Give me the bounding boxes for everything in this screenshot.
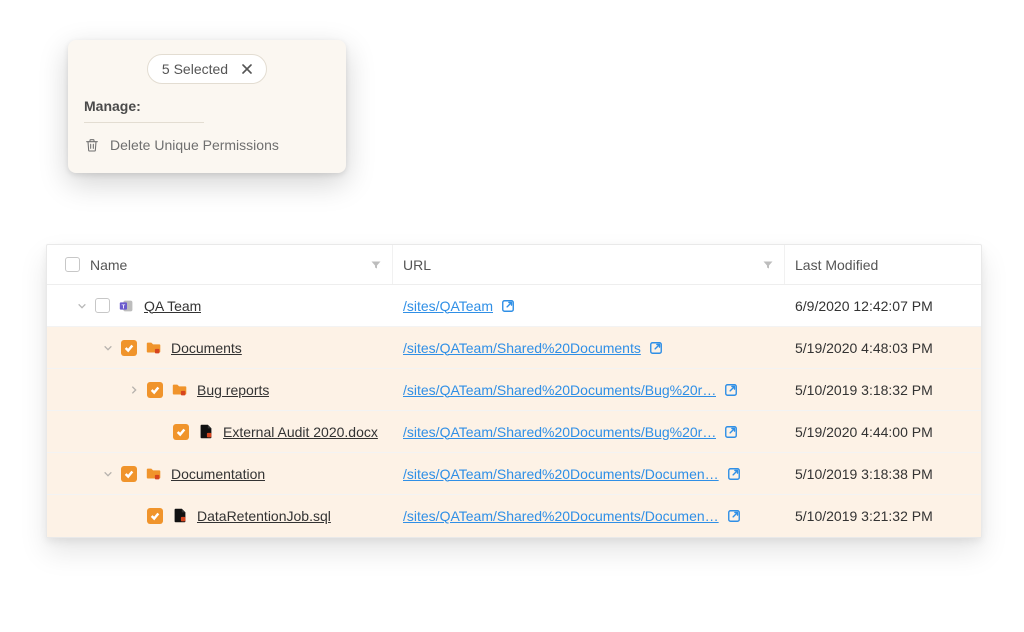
item-url-link[interactable]: /sites/QATeam/Shared%20Documents/Documen… xyxy=(403,466,719,482)
external-link-icon[interactable] xyxy=(727,509,741,523)
item-modified: 5/19/2020 4:48:03 PM xyxy=(785,340,981,356)
filter-icon[interactable] xyxy=(370,259,382,271)
external-link-icon[interactable] xyxy=(501,299,515,313)
item-url-link[interactable]: /sites/QATeam xyxy=(403,298,493,314)
chevron-right-icon[interactable] xyxy=(129,385,139,395)
menu-item-label: Delete Unique Permissions xyxy=(110,137,279,153)
column-header-name[interactable]: Name xyxy=(47,245,393,284)
item-name[interactable]: Documents xyxy=(171,340,242,356)
row-checkbox[interactable] xyxy=(95,298,110,313)
table-row[interactable]: Documentation/sites/QATeam/Shared%20Docu… xyxy=(47,453,981,495)
filter-icon[interactable] xyxy=(762,259,774,271)
item-modified: 5/10/2019 3:18:32 PM xyxy=(785,382,981,398)
row-checkbox[interactable] xyxy=(121,466,137,482)
column-header-url[interactable]: URL xyxy=(393,245,785,284)
item-name[interactable]: External Audit 2020.docx xyxy=(223,424,378,440)
external-link-icon[interactable] xyxy=(727,467,741,481)
divider xyxy=(84,122,204,123)
table-header: Name URL Last Modified xyxy=(47,245,981,285)
column-label: Last Modified xyxy=(795,257,878,273)
item-name[interactable]: QA Team xyxy=(144,298,201,314)
row-checkbox[interactable] xyxy=(147,508,163,524)
item-url-link[interactable]: /sites/QATeam/Shared%20Documents xyxy=(403,340,641,356)
chevron-down-icon[interactable] xyxy=(103,343,113,353)
file-dark-icon xyxy=(197,423,215,441)
item-url-link[interactable]: /sites/QATeam/Shared%20Documents/Bug%20r… xyxy=(403,382,716,398)
manage-heading: Manage: xyxy=(84,98,330,114)
table-row[interactable]: DataRetentionJob.sql/sites/QATeam/Shared… xyxy=(47,495,981,537)
selection-popover: 5 Selected Manage: Delete Unique Permiss… xyxy=(68,40,346,173)
select-all-checkbox[interactable] xyxy=(65,257,80,272)
item-modified: 6/9/2020 12:42:07 PM xyxy=(785,298,981,314)
folder-icon xyxy=(171,381,189,399)
close-icon xyxy=(242,64,252,74)
trash-icon xyxy=(84,137,100,153)
item-modified: 5/19/2020 4:44:00 PM xyxy=(785,424,981,440)
folder-icon xyxy=(145,339,163,357)
column-label: URL xyxy=(403,257,431,273)
row-checkbox[interactable] xyxy=(147,382,163,398)
item-url-link[interactable]: /sites/QATeam/Shared%20Documents/Documen… xyxy=(403,508,719,524)
file-dark-icon xyxy=(171,507,189,525)
chevron-down-icon[interactable] xyxy=(77,301,87,311)
clear-selection-button[interactable] xyxy=(242,62,252,77)
item-modified: 5/10/2019 3:18:38 PM xyxy=(785,466,981,482)
chevron-down-icon[interactable] xyxy=(103,469,113,479)
external-link-icon[interactable] xyxy=(724,425,738,439)
table-row[interactable]: External Audit 2020.docx/sites/QATeam/Sh… xyxy=(47,411,981,453)
row-checkbox[interactable] xyxy=(121,340,137,356)
item-modified: 5/10/2019 3:21:32 PM xyxy=(785,508,981,524)
external-link-icon[interactable] xyxy=(724,383,738,397)
column-label: Name xyxy=(90,257,127,273)
table-row[interactable]: Documents/sites/QATeam/Shared%20Document… xyxy=(47,327,981,369)
selection-pill: 5 Selected xyxy=(147,54,267,84)
item-name[interactable]: DataRetentionJob.sql xyxy=(197,508,331,524)
row-checkbox[interactable] xyxy=(173,424,189,440)
selection-count-label: 5 Selected xyxy=(162,61,228,77)
item-url-link[interactable]: /sites/QATeam/Shared%20Documents/Bug%20r… xyxy=(403,424,716,440)
column-header-modified[interactable]: Last Modified xyxy=(785,245,981,284)
item-name[interactable]: Documentation xyxy=(171,466,265,482)
teams-icon xyxy=(118,297,136,315)
table-row[interactable]: QA Team/sites/QATeam 6/9/2020 12:42:07 PM xyxy=(47,285,981,327)
permissions-table: Name URL Last Modified QA Team/sites/QAT… xyxy=(46,244,982,538)
delete-unique-permissions-button[interactable]: Delete Unique Permissions xyxy=(84,133,330,157)
external-link-icon[interactable] xyxy=(649,341,663,355)
folder-icon xyxy=(145,465,163,483)
item-name[interactable]: Bug reports xyxy=(197,382,269,398)
table-row[interactable]: Bug reports/sites/QATeam/Shared%20Docume… xyxy=(47,369,981,411)
